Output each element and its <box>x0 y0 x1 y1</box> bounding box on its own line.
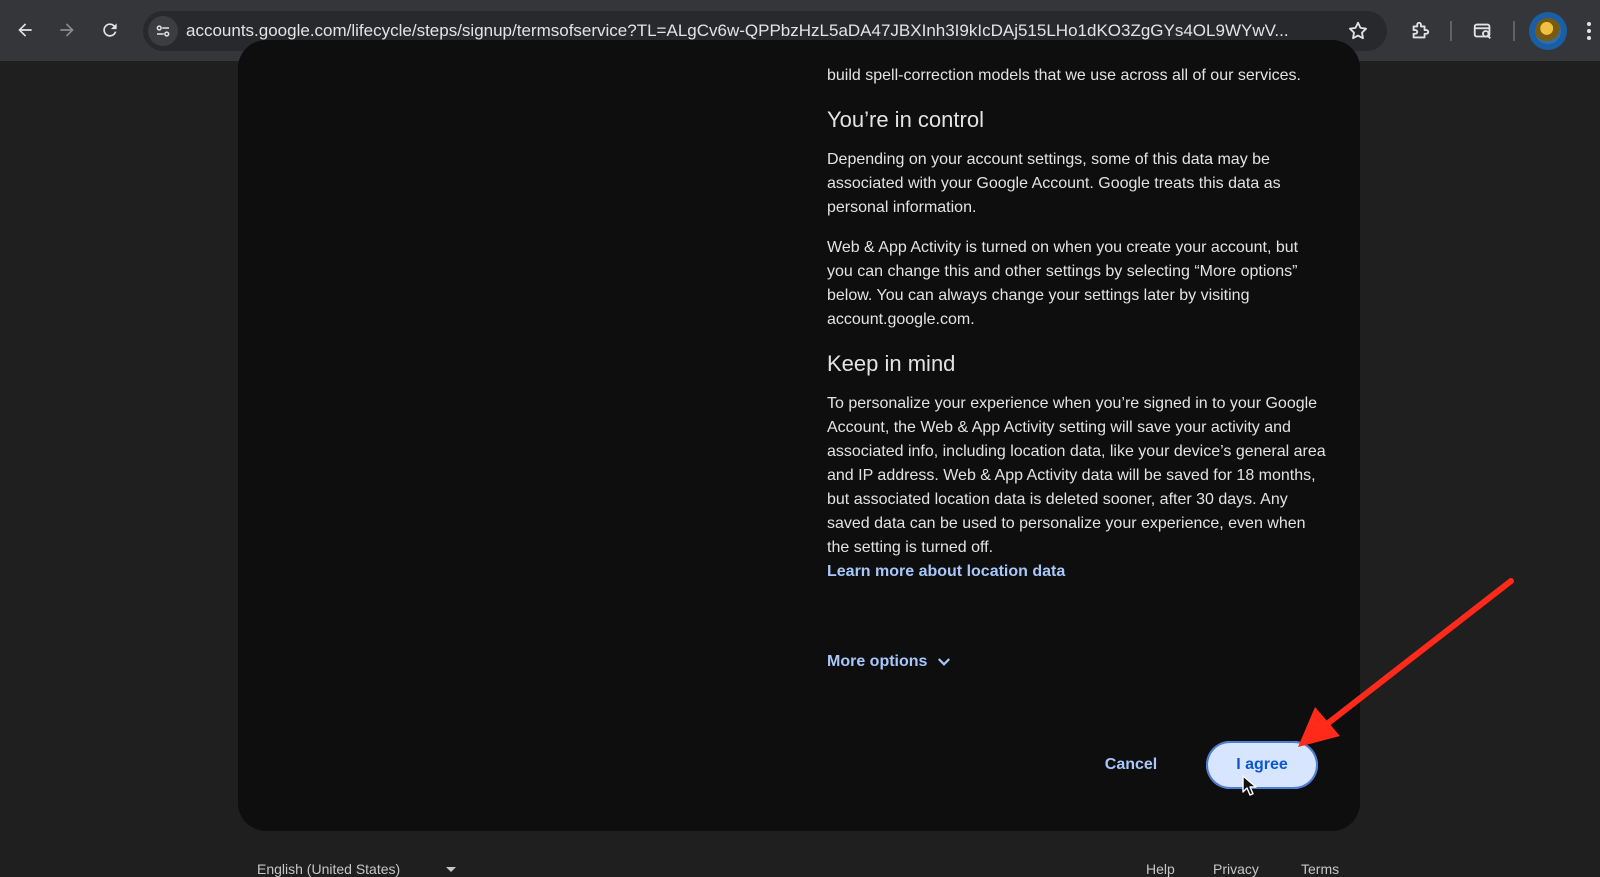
tab-search-icon[interactable] <box>1468 16 1498 46</box>
toolbar-divider <box>1450 21 1452 41</box>
intro-tail-text: build spell-correction models that we us… <box>827 67 1301 84</box>
privacy-link[interactable]: Privacy <box>1213 861 1259 877</box>
section-paragraph: Web & App Activity is turned on when you… <box>827 239 1299 328</box>
forward-arrow-icon[interactable] <box>52 15 82 45</box>
agree-button[interactable]: I agree <box>1206 741 1318 789</box>
terms-content: build spell-correction models that we us… <box>827 64 1327 584</box>
mouse-cursor-icon <box>1242 775 1257 796</box>
more-options-label: More options <box>827 653 928 670</box>
site-info-icon[interactable] <box>148 16 178 46</box>
reload-icon[interactable] <box>95 15 125 45</box>
section-paragraph: To personalize your experience when you’… <box>827 395 1326 556</box>
page-footer: English (United States) Help Privacy Ter… <box>0 855 1600 877</box>
chevron-down-icon <box>938 658 951 666</box>
section-heading-keep-in-mind: Keep in mind <box>827 351 956 376</box>
language-selector[interactable]: English (United States) <box>257 861 400 877</box>
url-text[interactable]: accounts.google.com/lifecycle/steps/sign… <box>186 20 1336 42</box>
avatar-image <box>1535 18 1561 44</box>
extensions-icon[interactable] <box>1405 16 1435 46</box>
dropdown-arrow-icon <box>446 867 456 872</box>
section-paragraph: Depending on your account settings, some… <box>827 151 1281 216</box>
section-heading-control: You’re in control <box>827 107 984 132</box>
more-vert-icon[interactable] <box>1582 16 1596 46</box>
location-data-link[interactable]: Learn more about location data <box>827 563 1065 580</box>
more-options-button[interactable]: More options <box>827 653 953 671</box>
cancel-button[interactable]: Cancel <box>1090 745 1172 785</box>
help-link[interactable]: Help <box>1146 861 1175 877</box>
profile-avatar[interactable] <box>1529 12 1567 50</box>
terms-link[interactable]: Terms <box>1301 861 1339 877</box>
back-arrow-icon[interactable] <box>10 15 40 45</box>
star-icon[interactable] <box>1344 17 1372 45</box>
toolbar-divider <box>1513 21 1515 41</box>
